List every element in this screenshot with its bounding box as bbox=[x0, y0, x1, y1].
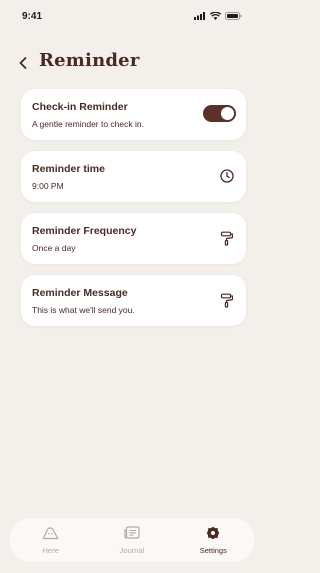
toggle-knob bbox=[221, 107, 234, 120]
card-title: Check-in Reminder bbox=[32, 101, 128, 113]
page-title: Reminder bbox=[39, 50, 140, 71]
card-subtitle: 9:00 PM bbox=[32, 181, 64, 191]
checkin-reminder-card: Check-in Reminder A gentle reminder to c… bbox=[21, 89, 246, 140]
card-subtitle: This is what we'll send you. bbox=[32, 305, 135, 315]
checkin-reminder-toggle[interactable] bbox=[203, 105, 236, 122]
status-icons bbox=[194, 12, 242, 20]
header: Reminder bbox=[0, 48, 264, 78]
battery-icon bbox=[225, 12, 242, 20]
status-bar: 9:41 bbox=[0, 0, 264, 32]
card-title: Reminder Frequency bbox=[32, 225, 137, 237]
chevron-left-icon bbox=[19, 57, 27, 69]
paint-roller-icon[interactable] bbox=[219, 292, 235, 308]
reminder-frequency-card[interactable]: Reminder Frequency Once a day bbox=[21, 213, 246, 264]
reminder-time-card[interactable]: Reminder time 9:00 PM bbox=[21, 151, 246, 202]
paint-roller-icon[interactable] bbox=[219, 230, 235, 246]
mountain-face-icon bbox=[42, 525, 60, 541]
gear-icon bbox=[204, 525, 222, 541]
card-title: Reminder time bbox=[32, 163, 105, 175]
nav-item-settings[interactable]: Settings bbox=[183, 525, 243, 555]
card-subtitle: A gentle reminder to check in. bbox=[32, 119, 144, 129]
card-subtitle: Once a day bbox=[32, 243, 76, 253]
bottom-nav: Here Journal Settings bbox=[10, 518, 254, 562]
clock-icon[interactable] bbox=[219, 168, 235, 184]
status-time: 9:41 bbox=[22, 10, 43, 22]
signal-icon bbox=[194, 12, 205, 20]
nav-item-journal[interactable]: Journal bbox=[102, 525, 162, 555]
back-button[interactable] bbox=[16, 55, 30, 71]
wifi-icon bbox=[210, 12, 221, 20]
nav-label: Settings bbox=[199, 546, 227, 555]
card-title: Reminder Message bbox=[32, 287, 128, 299]
reminder-message-card[interactable]: Reminder Message This is what we'll send… bbox=[21, 275, 246, 326]
nav-item-here[interactable]: Here bbox=[21, 525, 81, 555]
nav-label: Journal bbox=[119, 546, 145, 555]
journal-icon bbox=[123, 525, 141, 541]
nav-label: Here bbox=[42, 546, 59, 555]
